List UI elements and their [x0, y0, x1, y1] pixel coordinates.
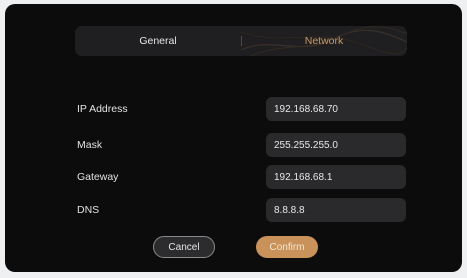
confirm-button[interactable]: Confirm	[256, 236, 318, 258]
tab-general[interactable]: General	[75, 26, 241, 56]
settings-tab-bar: General Network	[75, 26, 407, 56]
network-settings-panel: General Network IP Address 192.168.68.70…	[5, 4, 462, 272]
tab-network-label: Network	[304, 35, 344, 47]
ip-address-field[interactable]: 192.168.68.70	[266, 97, 406, 121]
tab-network[interactable]: Network	[241, 26, 407, 56]
cancel-button[interactable]: Cancel	[153, 236, 215, 258]
mask-label: Mask	[77, 139, 103, 151]
tab-general-label: General	[139, 35, 177, 47]
ip-address-label: IP Address	[77, 103, 128, 115]
dns-field[interactable]: 8.8.8.8	[266, 198, 406, 222]
gateway-field[interactable]: 192.168.68.1	[266, 165, 406, 189]
gateway-label: Gateway	[77, 171, 119, 183]
mask-field[interactable]: 255.255.255.0	[266, 133, 406, 157]
dns-label: DNS	[77, 204, 100, 216]
